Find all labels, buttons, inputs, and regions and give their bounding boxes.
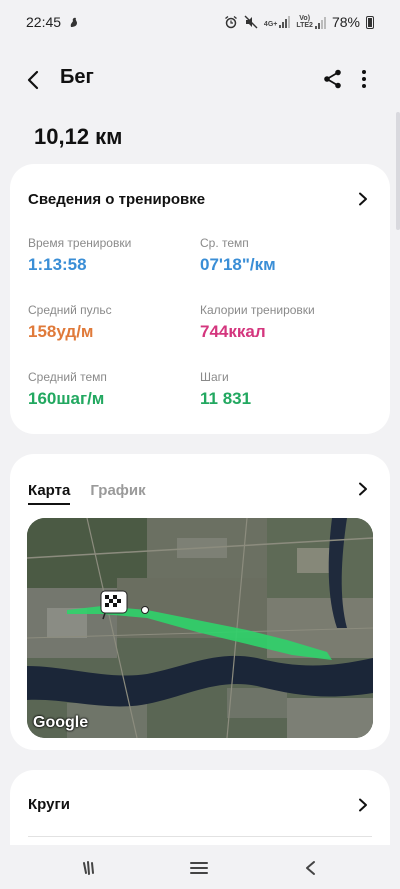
- stat-unit: /км: [249, 255, 276, 274]
- stat-value: 160шаг/м: [28, 389, 107, 409]
- stat-avg-heart-rate: Средний пульс 158уд/м: [28, 303, 112, 342]
- stat-steps: Шаги 11 831: [200, 370, 251, 409]
- notification-app-icon: [70, 17, 78, 27]
- laps-card[interactable]: Круги: [10, 770, 390, 850]
- stat-number: 07'18": [200, 255, 250, 274]
- stat-label: Средний пульс: [28, 303, 112, 317]
- nav-back-icon[interactable]: [300, 857, 322, 879]
- google-logo: Google: [33, 714, 89, 731]
- stat-workout-time: Время тренировки 1:13:58: [28, 236, 131, 275]
- stat-label: Шаги: [200, 370, 229, 384]
- system-nav-bar: [0, 845, 400, 889]
- network-volte-indicator: Vo) LTE2: [296, 15, 326, 29]
- satellite-map-image: [27, 518, 373, 738]
- stat-unit: ккал: [228, 322, 266, 341]
- stat-value: 744ккал: [200, 322, 315, 342]
- status-bar: 22:45 4G+ Vo) LTE2 78%: [0, 0, 400, 44]
- stat-number: 1:13:58: [28, 255, 87, 274]
- status-time: 22:45: [26, 14, 62, 30]
- recent-apps-icon[interactable]: [78, 857, 100, 879]
- stat-number: 11 831: [200, 389, 252, 408]
- battery-percent: 78%: [331, 14, 360, 30]
- stat-avg-cadence: Средний темп 160шаг/м: [28, 370, 107, 409]
- stat-avg-pace: Ср. темп 07'18"/км: [200, 236, 276, 275]
- alarm-icon: [224, 15, 237, 29]
- stat-calories: Калории тренировки 744ккал: [200, 303, 315, 342]
- tab-chart[interactable]: График: [90, 482, 145, 505]
- page-title: Бег: [60, 66, 94, 88]
- chevron-right-icon[interactable]: [356, 798, 370, 812]
- stat-label: Время тренировки: [28, 236, 132, 250]
- map-card: Карта График Google: [10, 454, 390, 750]
- stat-number: 158: [28, 322, 57, 341]
- stat-number: 160: [28, 389, 57, 408]
- app-header: Бег: [0, 56, 400, 104]
- status-right: 4G+ Vo) LTE2 78%: [224, 14, 374, 30]
- battery-icon: [366, 15, 374, 29]
- tab-map[interactable]: Карта: [28, 482, 71, 505]
- network-4g-indicator: 4G+: [263, 16, 291, 28]
- volte-label-2: LTE2: [296, 22, 313, 29]
- mute-icon: [244, 15, 258, 29]
- start-point-marker: [141, 606, 149, 614]
- total-distance: 10,12 км: [34, 124, 123, 149]
- stat-value: 07'18"/км: [200, 255, 276, 275]
- chevron-right-icon[interactable]: [356, 192, 370, 206]
- chevron-right-icon[interactable]: [356, 482, 370, 496]
- stat-value: 11 831: [200, 389, 251, 409]
- route-map[interactable]: Google: [27, 518, 373, 738]
- stat-label: Калории тренировки: [200, 303, 315, 317]
- signal-1-icon: [279, 16, 291, 28]
- stat-number: 744: [200, 322, 229, 341]
- scroll-edge-indicator: [396, 112, 400, 230]
- status-left: 22:45: [26, 14, 81, 30]
- stat-label: Средний темп: [28, 370, 107, 384]
- signal-2-icon: [314, 17, 326, 29]
- volte-label: Vo) LTE2: [296, 15, 313, 29]
- home-icon[interactable]: [188, 857, 210, 879]
- stat-unit: уд/м: [56, 322, 94, 341]
- workout-details-card[interactable]: Сведения о тренировке Время тренировки 1…: [10, 164, 390, 434]
- stat-unit: шаг/м: [56, 389, 105, 408]
- workout-details-title: Сведения о тренировке: [28, 191, 206, 208]
- laps-title: Круги: [28, 796, 70, 813]
- back-arrow-icon[interactable]: [22, 68, 46, 92]
- stat-label: Ср. темп: [200, 236, 249, 250]
- more-vertical-icon[interactable]: [356, 68, 372, 90]
- share-icon[interactable]: [322, 68, 344, 90]
- stat-value: 158уд/м: [28, 322, 112, 342]
- map-tabs: Карта График: [28, 482, 146, 505]
- stat-value: 1:13:58: [28, 255, 131, 275]
- volte-label-1: Vo): [299, 15, 311, 22]
- divider: [28, 836, 372, 837]
- network-type-label: 4G+: [263, 21, 278, 28]
